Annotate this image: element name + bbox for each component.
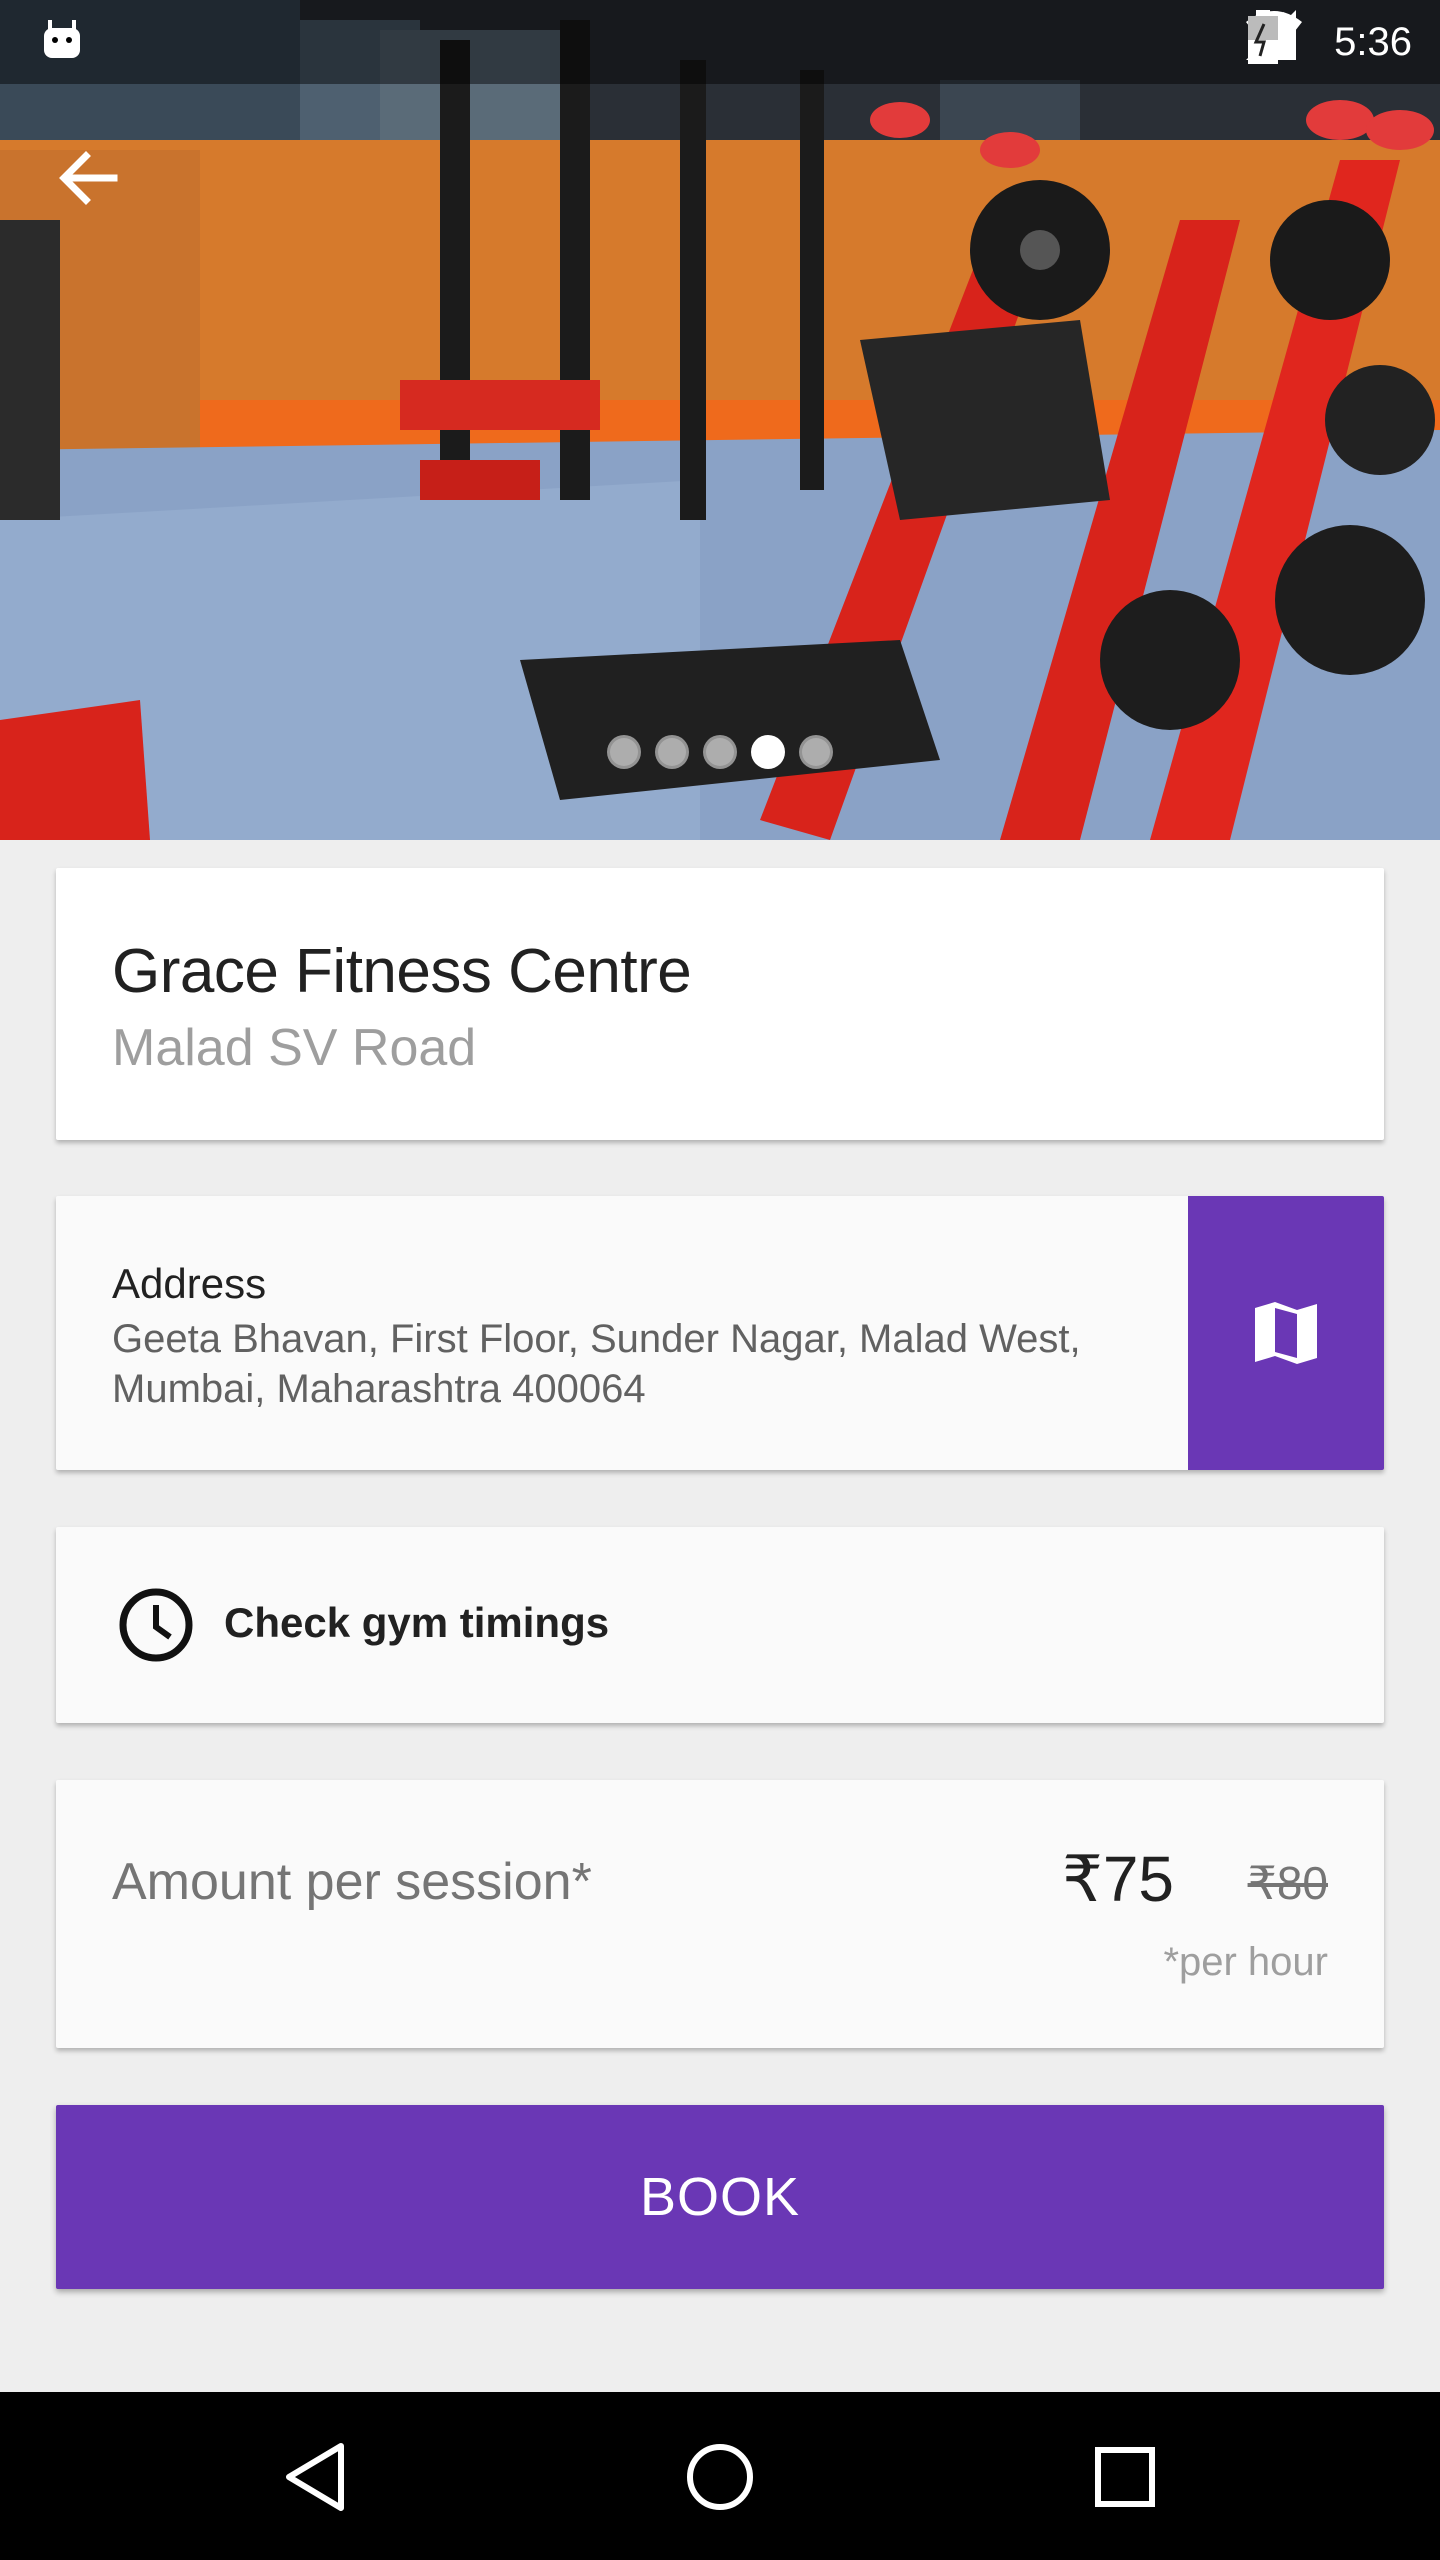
carousel-dot[interactable] [655, 735, 689, 769]
gym-timings-card[interactable]: Check gym timings [56, 1527, 1384, 1723]
address-line-2: Mumbai, Maharashtra 400064 [112, 1367, 646, 1411]
gym-name: Grace Fitness Centre [112, 937, 692, 1006]
triangle-back-icon [286, 2443, 344, 2511]
carousel-indicator [0, 735, 1440, 769]
nav-back-button[interactable] [270, 2432, 360, 2522]
amount-card: Amount per session* ₹75 ₹80 *per hour [56, 1780, 1384, 2048]
address-text: Geeta Bhavan, First Floor, Sunder Nagar,… [112, 1314, 1172, 1414]
address-card: Address Geeta Bhavan, First Floor, Sunde… [56, 1196, 1384, 1470]
address-label: Address [112, 1260, 267, 1307]
gym-title-card: Grace Fitness Centre Malad SV Road [56, 868, 1384, 1140]
gym-area: Malad SV Road [112, 1019, 477, 1077]
price-unit-note: *per hour [1163, 1940, 1328, 1984]
status-bar: 5:36 [0, 0, 1440, 84]
android-debug-icon [38, 16, 86, 64]
nav-home-button[interactable] [675, 2432, 765, 2522]
circle-home-icon [687, 2444, 753, 2510]
nav-recents-button[interactable] [1080, 2432, 1170, 2522]
back-button[interactable] [58, 150, 138, 230]
session-price: ₹75 [1062, 1843, 1174, 1915]
gym-photo [0, 0, 1440, 840]
book-button[interactable]: BOOK [56, 2105, 1384, 2289]
address-line-1: Geeta Bhavan, First Floor, Sunder Nagar,… [112, 1317, 1081, 1361]
system-navigation-bar [0, 2392, 1440, 2560]
carousel-dot[interactable] [607, 735, 641, 769]
carousel-dot[interactable] [703, 735, 737, 769]
clock-icon [119, 1588, 193, 1662]
open-map-button[interactable] [1188, 1196, 1384, 1470]
carousel-dot-active[interactable] [751, 735, 785, 769]
original-price: ₹80 [1247, 1857, 1328, 1909]
gym-timings-label: Check gym timings [224, 1599, 610, 1646]
carousel-dot[interactable] [799, 735, 833, 769]
map-icon [1255, 1302, 1317, 1364]
arrow-back-icon [59, 151, 118, 205]
square-recents-icon [1095, 2447, 1155, 2507]
gym-photo-carousel[interactable]: 5:36 [0, 0, 1440, 840]
amount-label: Amount per session* [112, 1853, 592, 1911]
status-time: 5:36 [1334, 19, 1412, 64]
